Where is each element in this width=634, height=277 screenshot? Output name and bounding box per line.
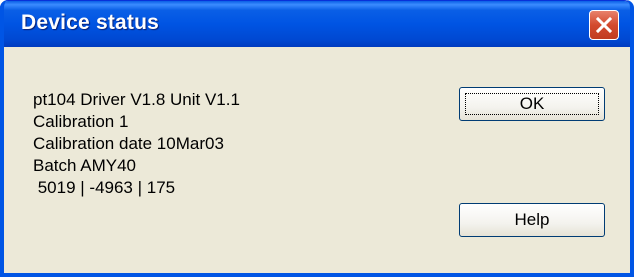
focus-rectangle — [465, 93, 599, 115]
close-button[interactable] — [589, 10, 619, 40]
calibration-text: Calibration 1 — [33, 112, 129, 131]
device-status-dialog: Device status pt104 Driver V1.8 Unit V1.… — [0, 0, 634, 277]
calibration-date-text: Calibration date 10Mar03 — [33, 134, 224, 153]
readings-text: 5019 | -4963 | 175 — [33, 178, 176, 197]
ok-button[interactable]: OK — [459, 87, 605, 121]
dialog-body: pt104 Driver V1.8 Unit V1.1 Calibration … — [5, 47, 629, 272]
batch-text: Batch AMY40 — [33, 156, 137, 175]
driver-version-text: pt104 Driver V1.8 Unit V1.1 — [33, 90, 240, 109]
close-icon — [595, 16, 613, 34]
help-button[interactable]: Help — [459, 203, 605, 237]
title-bar[interactable]: Device status — [1, 1, 631, 47]
help-button-label: Help — [514, 210, 550, 229]
window-title: Device status — [21, 11, 160, 34]
device-info: pt104 Driver V1.8 Unit V1.1 Calibration … — [33, 89, 240, 199]
